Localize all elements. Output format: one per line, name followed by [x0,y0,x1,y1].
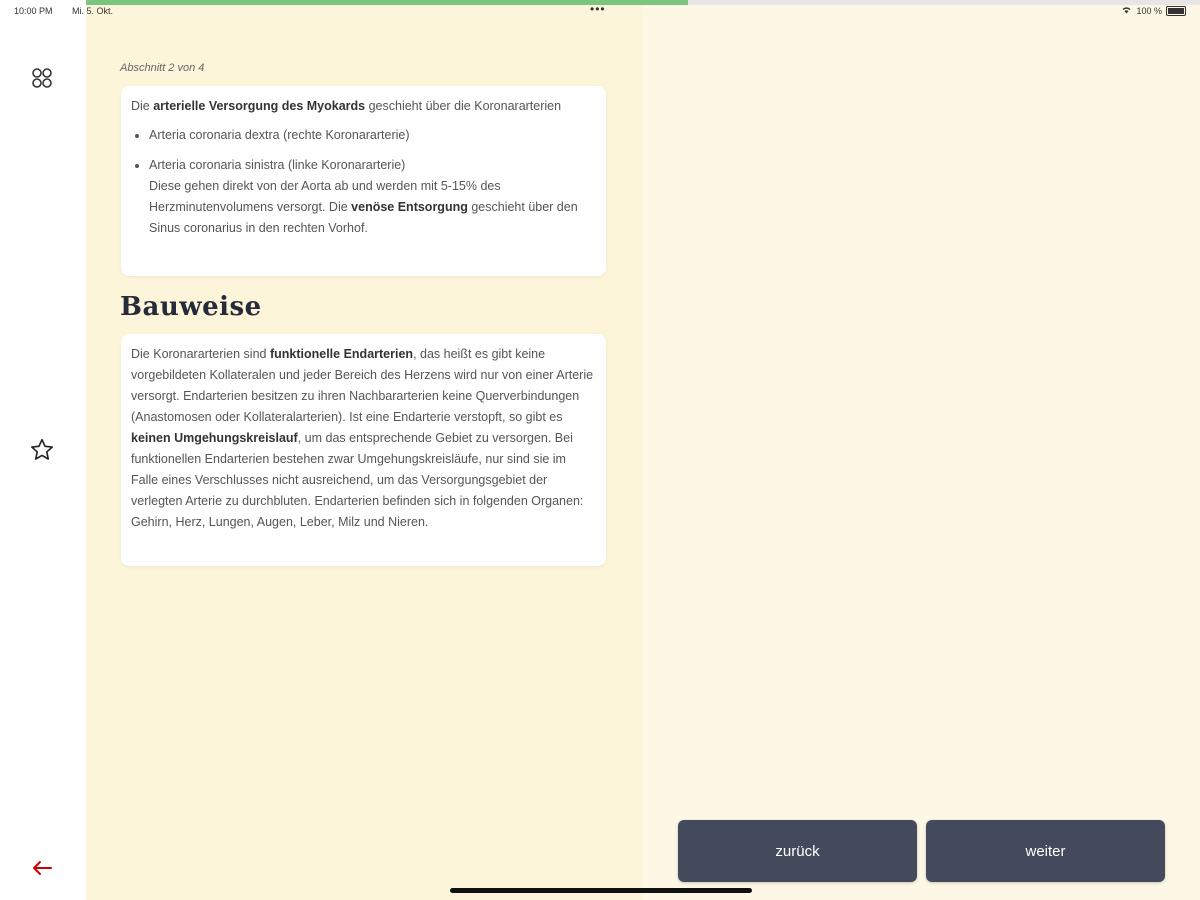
list-item-text: Arteria coronaria sinistra (linke Korona… [149,158,406,172]
bold-term: keinen Umgehungskreislauf [131,431,298,445]
bold-term: funktionelle Endarterien [269,347,414,361]
list-item-text: Arteria coronaria dextra (rechte Koronar… [149,128,410,142]
right-panel [642,0,1200,900]
bold-term: arterielle Versorgung des Myokards [153,99,366,113]
progress-bar [86,0,1200,5]
list-item: Arteria coronaria sinistra (linke Korona… [149,155,596,239]
star-icon[interactable] [24,432,60,468]
bold-term: venöse Entsorgung [351,200,468,214]
battery-percent: 100 % [1136,5,1162,16]
section-heading: Bauweise [120,292,262,322]
text: geschieht über die Koronararterien [365,99,562,113]
arrow-left-icon[interactable] [24,850,60,886]
text: , um das entsprechende Gebiet zu versorg… [131,431,584,529]
home-indicator[interactable] [450,888,752,893]
status-time: 10:00 PM [14,6,53,16]
card-paragraph: Die Koronararterien sind funktionelle En… [131,344,596,533]
battery-icon [1166,5,1186,16]
list-item: Arteria coronaria dextra (rechte Koronar… [149,125,596,146]
wifi-icon [1121,5,1132,16]
info-card-bauweise: Die Koronararterien sind funktionelle En… [121,334,606,566]
sidebar [0,0,86,900]
status-date: Mi. 5. Okt. [72,6,114,16]
info-card-myokard: Die arterielle Versorgung des Myokards g… [121,86,606,276]
card-intro: Die arterielle Versorgung des Myokards g… [131,96,596,117]
grid-icon[interactable] [24,60,60,96]
next-button[interactable]: weiter [926,820,1165,882]
text: Die [131,99,154,113]
artery-list: Arteria coronaria dextra (rechte Koronar… [131,125,596,239]
section-indicator: Abschnitt 2 von 4 [120,62,205,74]
status-right: 100 % [1121,5,1186,16]
back-button[interactable]: zurück [678,820,917,882]
progress-fill [86,0,688,5]
text: Die Koronararterien sind [131,347,270,361]
